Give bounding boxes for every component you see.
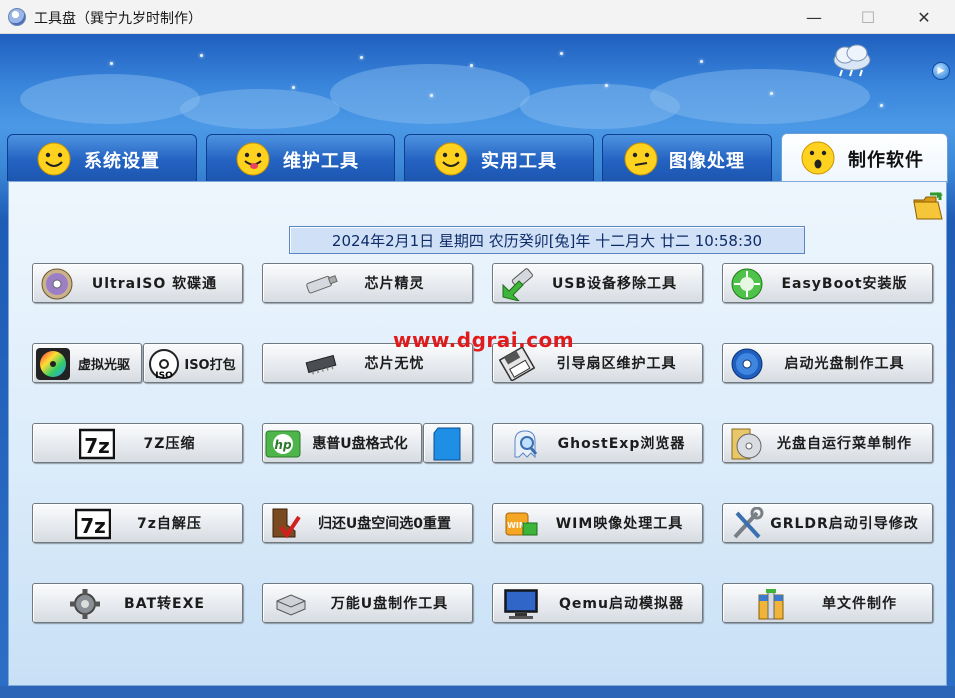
weather-cloud-icon bbox=[833, 44, 871, 77]
cloud-decoration bbox=[0, 34, 955, 139]
floppy-disk-icon bbox=[499, 347, 535, 381]
datetime-display: 2024年2月1日 星期四 农历癸卯[兔]年 十二月大 廿二 10:58:30 bbox=[289, 226, 805, 254]
single-file-maker-button[interactable]: 单文件制作 bbox=[722, 583, 933, 623]
tab-label: 系统设置 bbox=[84, 151, 160, 172]
tab-maintenance-tools[interactable]: 维护工具 bbox=[206, 134, 395, 181]
close-button[interactable]: ✕ bbox=[896, 0, 952, 34]
open-folder-icon[interactable] bbox=[912, 192, 944, 222]
easyboot-logo-icon bbox=[731, 268, 763, 300]
monitor-icon bbox=[504, 589, 538, 619]
play-arrow-icon[interactable]: ▶ bbox=[932, 62, 950, 80]
button-label: EasyBoot安装版 bbox=[781, 276, 908, 292]
svg-text:hp: hp bbox=[274, 438, 292, 452]
file-stack-icon bbox=[758, 589, 784, 620]
blue-disc-icon bbox=[731, 348, 763, 380]
tab-label: 维护工具 bbox=[283, 151, 359, 172]
surprised-face-icon bbox=[801, 141, 835, 175]
button-label: UltraISO 软碟通 bbox=[91, 276, 218, 292]
blue-card-button[interactable] bbox=[423, 423, 473, 463]
button-label: 7z自解压 bbox=[137, 516, 202, 532]
button-label: 芯片精灵 bbox=[364, 276, 425, 292]
maximize-button[interactable]: ☐ bbox=[840, 0, 896, 34]
drive-icon bbox=[276, 594, 306, 616]
button-label: GRLDR启动引导修改 bbox=[770, 516, 919, 532]
usb-remove-tool-button[interactable]: USB设备移除工具 bbox=[492, 263, 703, 303]
color-disc-icon bbox=[36, 348, 70, 380]
disc-icon bbox=[41, 268, 73, 300]
button-label: BAT转EXE bbox=[124, 596, 205, 612]
boot-cd-maker-button[interactable]: 启动光盘制作工具 bbox=[722, 343, 933, 383]
wim-image-tool-button[interactable]: WIM WIM映像处理工具 bbox=[492, 503, 703, 543]
ghost-magnifier-icon bbox=[514, 430, 538, 459]
bottom-edge bbox=[0, 686, 955, 698]
tab-label: 制作软件 bbox=[848, 150, 924, 171]
wim-package-icon: WIM bbox=[505, 512, 538, 536]
hp-logo-icon: hp bbox=[265, 430, 301, 458]
easyboot-install-button[interactable]: EasyBoot安装版 bbox=[722, 263, 933, 303]
svg-text:7z: 7z bbox=[80, 514, 106, 538]
qemu-emulator-button[interactable]: Qemu启动模拟器 bbox=[492, 583, 703, 623]
cd-autorun-menu-button[interactable]: 光盘自运行菜单制作 bbox=[722, 423, 933, 463]
grldr-boot-edit-button[interactable]: GRLDR启动引导修改 bbox=[722, 503, 933, 543]
window-title: 工具盘（巽宁九岁时制作） bbox=[34, 11, 202, 27]
virtual-cd-button[interactable]: 虚拟光驱 bbox=[32, 343, 142, 383]
button-label: ISO打包 bbox=[184, 357, 236, 373]
ultraiso-button[interactable]: UltraISO 软碟通 bbox=[32, 263, 243, 303]
button-label: 单文件制作 bbox=[822, 596, 897, 612]
restore-usb-space-button[interactable]: 归还U盘空间选0重置 bbox=[262, 503, 473, 543]
7z-compress-button[interactable]: 7z 7Z压缩 bbox=[32, 423, 243, 463]
tab-production-software[interactable]: 制作软件 bbox=[781, 133, 948, 183]
smile-face-icon bbox=[37, 142, 71, 176]
tab-utility-tools[interactable]: 实用工具 bbox=[404, 134, 594, 181]
chip-genius-button[interactable]: 芯片精灵 bbox=[262, 263, 473, 303]
smile-face-icon bbox=[434, 142, 468, 176]
tab-image-processing[interactable]: 图像处理 bbox=[602, 134, 772, 181]
title-bar: 工具盘（巽宁九岁时制作） — ☐ ✕ bbox=[0, 0, 955, 34]
minimize-button[interactable]: — bbox=[786, 0, 842, 34]
tab-label: 图像处理 bbox=[669, 151, 745, 172]
boot-check-icon bbox=[272, 508, 301, 539]
button-label: 启动光盘制作工具 bbox=[784, 356, 905, 372]
sd-card-icon bbox=[433, 427, 461, 461]
button-label: 万能U盘制作工具 bbox=[330, 596, 449, 612]
tongue-face-icon bbox=[236, 142, 270, 176]
universal-usb-tool-button[interactable]: 万能U盘制作工具 bbox=[262, 583, 473, 623]
autorun-disc-icon bbox=[731, 428, 762, 460]
tab-system-settings[interactable]: 系统设置 bbox=[7, 134, 197, 181]
button-label: 惠普U盘格式化 bbox=[312, 436, 408, 452]
usb-eject-arrow-icon bbox=[502, 268, 533, 301]
button-label: 虚拟光驱 bbox=[77, 357, 130, 373]
hp-usb-format-button[interactable]: hp 惠普U盘格式化 bbox=[262, 423, 422, 463]
watermark-text: www.dgrai.com bbox=[393, 328, 575, 352]
button-label: Qemu启动模拟器 bbox=[559, 596, 684, 612]
iso-pack-button[interactable]: ISO ISO打包 bbox=[143, 343, 243, 383]
confused-face-icon bbox=[624, 142, 658, 176]
button-label: GhostExp浏览器 bbox=[557, 436, 686, 452]
button-label: 归还U盘空间选0重置 bbox=[317, 516, 452, 532]
tools-icon bbox=[733, 507, 764, 539]
7z-sfx-button[interactable]: 7z 7z自解压 bbox=[32, 503, 243, 543]
iso-disc-icon: ISO bbox=[149, 349, 179, 381]
tab-label: 实用工具 bbox=[481, 151, 557, 172]
button-label: 7Z压缩 bbox=[143, 436, 196, 452]
bat-to-exe-button[interactable]: BAT转EXE bbox=[32, 583, 243, 623]
button-label: USB设备移除工具 bbox=[551, 276, 678, 292]
svg-text:ISO: ISO bbox=[155, 371, 173, 381]
button-label: 光盘自运行菜单制作 bbox=[777, 436, 912, 452]
app-icon bbox=[8, 8, 26, 26]
ghostexp-browser-button[interactable]: GhostExp浏览器 bbox=[492, 423, 703, 463]
button-label: WIM映像处理工具 bbox=[555, 516, 684, 532]
